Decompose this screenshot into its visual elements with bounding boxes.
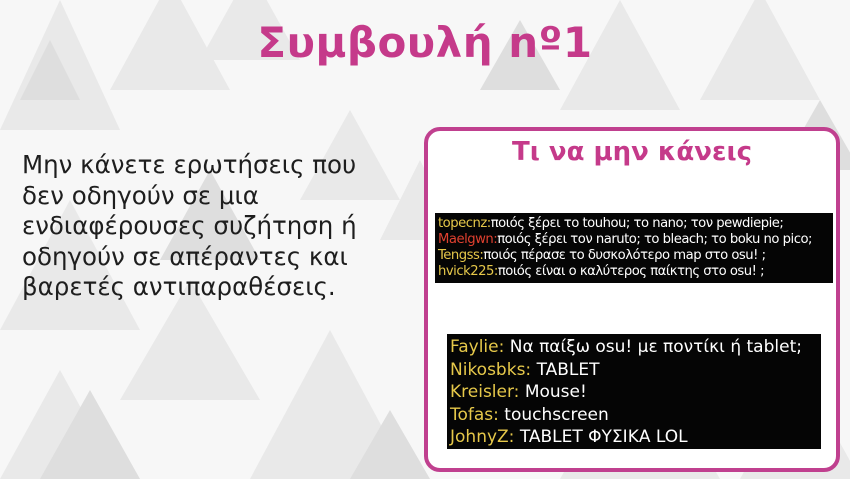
body-line: ενδιαφέρουσες συζήτηση ή	[22, 211, 357, 240]
chat-line: Tofas: touchscreen	[447, 404, 821, 427]
chat-username: Maelgwn:	[438, 232, 498, 247]
body-line: δεν οδηγούν σε μια	[22, 180, 259, 210]
panel-title: Τι να μην κάνεις	[511, 137, 752, 167]
chat-message: Mouse!	[524, 382, 587, 402]
dont-do-panel: Τι να μην κάνεις topecnz:ποιός ξέρει το …	[424, 127, 840, 472]
chat-message: touchscreen	[504, 404, 609, 425]
chat-line: Maelgwn:ποιός ξέρει τον naruto; το bleac…	[435, 232, 833, 248]
chat-line: Faylie: Να παίξω osu! με ποντίκι ή table…	[447, 336, 821, 359]
chat-screenshot-2: Faylie: Να παίξω osu! με ποντίκι ή table…	[447, 334, 821, 449]
chat-message: ποιός είναι ο καλύτερος παίκτης στο osu!…	[497, 264, 765, 279]
chat-message: TABLET ΦΥΣΙΚΑ LOL	[519, 427, 688, 447]
chat-username: Nikosbks:	[450, 359, 532, 380]
chat-line: Nikosbks: TABLET	[447, 359, 821, 382]
chat-username: Faylie:	[450, 337, 505, 357]
chat-line: JohnyZ: TABLET ΦΥΣΙΚΑ LOL	[447, 426, 821, 449]
slide-body-text: Μην κάνετε ερωτήσεις που δεν οδηγούν σε …	[22, 150, 382, 303]
chat-screenshot-1: topecnz:ποιός ξέρει το touhou; το nano; …	[435, 213, 833, 283]
chat-line: Kreisler: Mouse!	[447, 381, 821, 404]
chat-username: topecnz:	[438, 216, 491, 231]
chat-message: ποιός πέρασε το δυσκολότερο map στο osu!…	[483, 248, 766, 263]
slide-title: Συμβουλή nº1	[257, 18, 593, 67]
chat-username: Kreisler:	[450, 382, 520, 402]
chat-username: Tengss:	[438, 248, 484, 263]
body-line: βαρετές αντιπαραθέσεις.	[22, 272, 336, 301]
chat-message: ποιός ξέρει το touhou; το nano; τον pewd…	[490, 216, 784, 231]
chat-message: ποιός ξέρει τον naruto; το bleach; το bo…	[497, 232, 812, 247]
chat-username: JohnyZ:	[450, 427, 515, 447]
chat-line: Tengss:ποιός πέρασε το δυσκολότερο map σ…	[435, 248, 833, 264]
chat-message: Να παίξω osu! με ποντίκι ή tablet;	[509, 337, 802, 357]
chat-message: TABLET	[536, 359, 600, 380]
chat-line: hvick225:ποιός είναι ο καλύτερος παίκτης…	[435, 264, 833, 280]
chat-username: hvick225:	[438, 264, 498, 279]
body-line: Μην κάνετε ερωτήσεις που	[22, 150, 357, 179]
chat-line: topecnz:ποιός ξέρει το touhou; το nano; …	[435, 216, 833, 232]
body-line: οδηγούν σε απέραντες και	[22, 241, 348, 271]
chat-username: Tofas:	[450, 404, 499, 425]
